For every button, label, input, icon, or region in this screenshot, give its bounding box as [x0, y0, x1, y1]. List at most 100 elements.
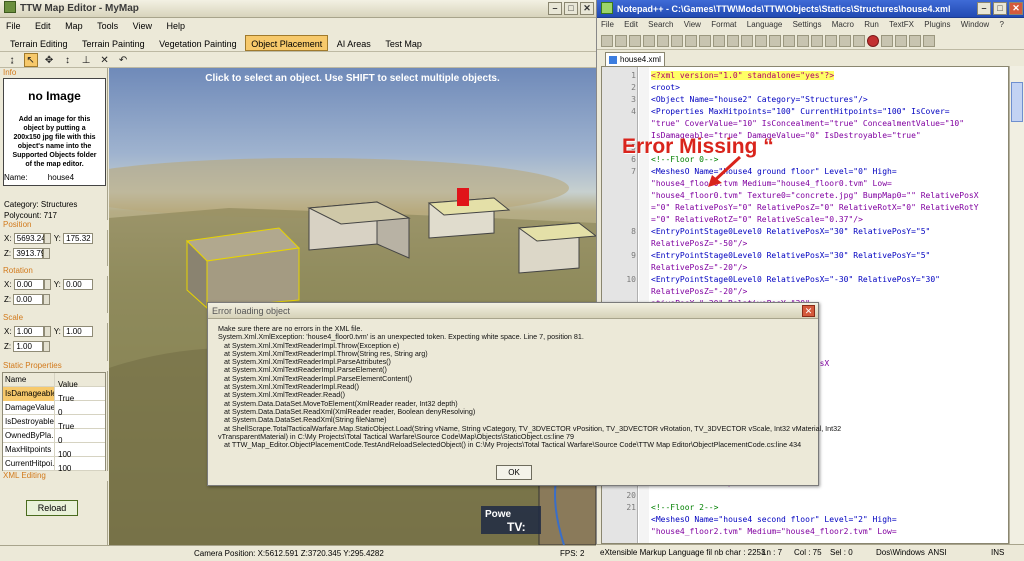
position-x-input[interactable]: 5693.24	[13, 233, 46, 245]
save-icon[interactable]	[629, 35, 641, 47]
ok-button[interactable]: OK	[496, 465, 532, 480]
position-z-spinner[interactable]	[43, 248, 51, 260]
rotation-z-spinner[interactable]	[43, 294, 51, 306]
close-icon[interactable]: ✕	[580, 2, 594, 15]
paste-icon[interactable]	[713, 35, 725, 47]
tab-vegetation-painting[interactable]: Vegetation Painting	[153, 35, 243, 51]
property-row[interactable]: IsDamageableTrue	[3, 387, 105, 403]
tab-terrain-painting[interactable]: Terrain Painting	[76, 35, 151, 51]
sync-scroll-icon[interactable]	[853, 35, 865, 47]
undo-icon[interactable]: ↶	[116, 54, 130, 68]
menu-help[interactable]: Help	[167, 21, 186, 31]
dialog-close-button[interactable]: ✕	[802, 305, 815, 317]
menu-edit[interactable]: Edit	[35, 21, 51, 31]
np-menu-run[interactable]: Run	[864, 20, 879, 29]
property-row[interactable]: CurrentHitpoi...100	[3, 457, 105, 473]
stop-macro-icon[interactable]	[881, 35, 893, 47]
run-macro-icon[interactable]	[909, 35, 921, 47]
np-menu-macro[interactable]: Macro	[832, 20, 854, 29]
property-row[interactable]: OwnedByPla...0	[3, 429, 105, 445]
code-line[interactable]: <EntryPointStage0Level0 RelativePosX="-3…	[651, 275, 940, 284]
scrollbar-thumb[interactable]	[1011, 82, 1023, 122]
code-line[interactable]: "true" CoverValue="10" IsConcealment="tr…	[651, 119, 964, 128]
position-z-input[interactable]: 3913.79	[13, 248, 45, 260]
new-file-icon[interactable]	[601, 35, 613, 47]
show-all-icon[interactable]	[839, 35, 851, 47]
find-icon[interactable]	[755, 35, 767, 47]
menu-map[interactable]: Map	[65, 21, 83, 31]
select-pointer-icon[interactable]: ↖	[23, 53, 38, 67]
zoom-in-icon[interactable]	[783, 35, 795, 47]
notepad-maximize-icon[interactable]: □	[993, 2, 1007, 15]
np-menu-help[interactable]: ?	[999, 20, 1003, 29]
code-line[interactable]: <Object Name="house2" Category="Structur…	[651, 95, 868, 104]
np-menu-edit[interactable]: Edit	[624, 20, 638, 29]
code-line[interactable]: <Properties MaxHitpoints="100" CurrentHi…	[651, 107, 950, 116]
save-all-icon[interactable]	[643, 35, 655, 47]
wrap-icon[interactable]	[811, 35, 823, 47]
np-menu-format[interactable]: Format	[711, 20, 736, 29]
scale-z-spinner[interactable]	[43, 341, 51, 353]
code-line[interactable]: <?xml version="1.0" standalone="yes"?>	[651, 71, 835, 80]
code-line[interactable]: "house4_floor0.tvm" Texture0="concrete.j…	[651, 191, 979, 200]
file-tab-house4[interactable]: house4.xml	[605, 52, 665, 67]
tab-terrain-editing[interactable]: Terrain Editing	[4, 35, 74, 51]
rotation-z-input[interactable]: 0.00	[13, 294, 44, 306]
replace-icon[interactable]	[769, 35, 781, 47]
reload-button[interactable]: Reload	[26, 500, 78, 516]
np-menu-file[interactable]: File	[601, 20, 614, 29]
scale-z-input[interactable]: 1.00	[13, 341, 44, 353]
notepad-close-icon[interactable]: ✕	[1009, 2, 1023, 15]
play-macro-icon[interactable]	[895, 35, 907, 47]
property-row[interactable]: DamageValue0	[3, 401, 105, 417]
position-x-spinner[interactable]	[43, 233, 51, 245]
save-macro-icon[interactable]	[923, 35, 935, 47]
indent-guide-icon[interactable]	[825, 35, 837, 47]
np-menu-textfx[interactable]: TextFX	[889, 20, 914, 29]
redo-icon[interactable]	[741, 35, 753, 47]
code-line[interactable]: RelativePosZ="-50"/>	[651, 239, 747, 248]
code-line[interactable]: RelativePosZ="-20"/>	[651, 287, 747, 296]
code-line[interactable]: <root>	[651, 83, 680, 92]
notepad-minimize-icon[interactable]: –	[977, 2, 991, 15]
record-macro-icon[interactable]	[867, 35, 879, 47]
code-line[interactable]: <MeshesO Name="house4 ground floor" Leve…	[651, 167, 897, 176]
tab-test-map[interactable]: Test Map	[379, 35, 428, 51]
np-menu-language[interactable]: Language	[747, 20, 783, 29]
zoom-out-icon[interactable]	[797, 35, 809, 47]
static-properties-grid[interactable]: NameValue IsDamageableTrue DamageValue0 …	[2, 372, 106, 473]
tab-object-placement[interactable]: Object Placement	[245, 35, 329, 51]
open-file-icon[interactable]	[615, 35, 627, 47]
menu-view[interactable]: View	[133, 21, 152, 31]
position-y-input[interactable]: 175.32	[63, 233, 94, 245]
rotation-x-input[interactable]: 0.00	[13, 279, 44, 291]
selected-house[interactable]	[185, 227, 301, 310]
code-line[interactable]: ="0" RelativeRotZ="0" RelativeScale="0.3…	[651, 215, 863, 224]
menu-tools[interactable]: Tools	[97, 21, 118, 31]
rotation-x-spinner[interactable]	[43, 279, 51, 291]
tab-ai-areas[interactable]: AI Areas	[331, 35, 377, 51]
vertical-move-icon[interactable]: ↕	[61, 54, 75, 68]
rotation-y-input[interactable]: 0.00	[63, 279, 94, 291]
code-line[interactable]: ="0" RelativePosY="0" RelativePosZ="0" R…	[651, 203, 979, 212]
menu-file[interactable]: File	[6, 21, 21, 31]
minimize-icon[interactable]: –	[548, 2, 562, 15]
maximize-icon[interactable]: □	[564, 2, 578, 15]
code-line[interactable]: <MeshesO Name="house4 second floor" Leve…	[651, 515, 897, 524]
np-menu-settings[interactable]: Settings	[793, 20, 822, 29]
code-line[interactable]: <!--Floor 2-->	[651, 503, 718, 512]
move-icon[interactable]: ✥	[42, 54, 56, 68]
code-line[interactable]: "house4_floor0.tvm Medium="house4_floor0…	[651, 179, 892, 188]
delete-icon[interactable]: ✕	[98, 54, 112, 68]
scale-x-spinner[interactable]	[43, 326, 51, 338]
np-menu-view[interactable]: View	[684, 20, 701, 29]
cut-icon[interactable]	[685, 35, 697, 47]
print-icon[interactable]	[671, 35, 683, 47]
code-line[interactable]: "house4_floor2.tvm" Medium="house4_floor…	[651, 527, 897, 536]
undo-icon[interactable]	[727, 35, 739, 47]
code-line[interactable]: RelativePosZ="-20"/>	[651, 263, 747, 272]
code-line[interactable]: <EntryPointStage0Level0 RelativePosX="30…	[651, 251, 930, 260]
copy-icon[interactable]	[699, 35, 711, 47]
property-row[interactable]: IsDestroyableTrue	[3, 415, 105, 431]
np-menu-plugins[interactable]: Plugins	[924, 20, 950, 29]
